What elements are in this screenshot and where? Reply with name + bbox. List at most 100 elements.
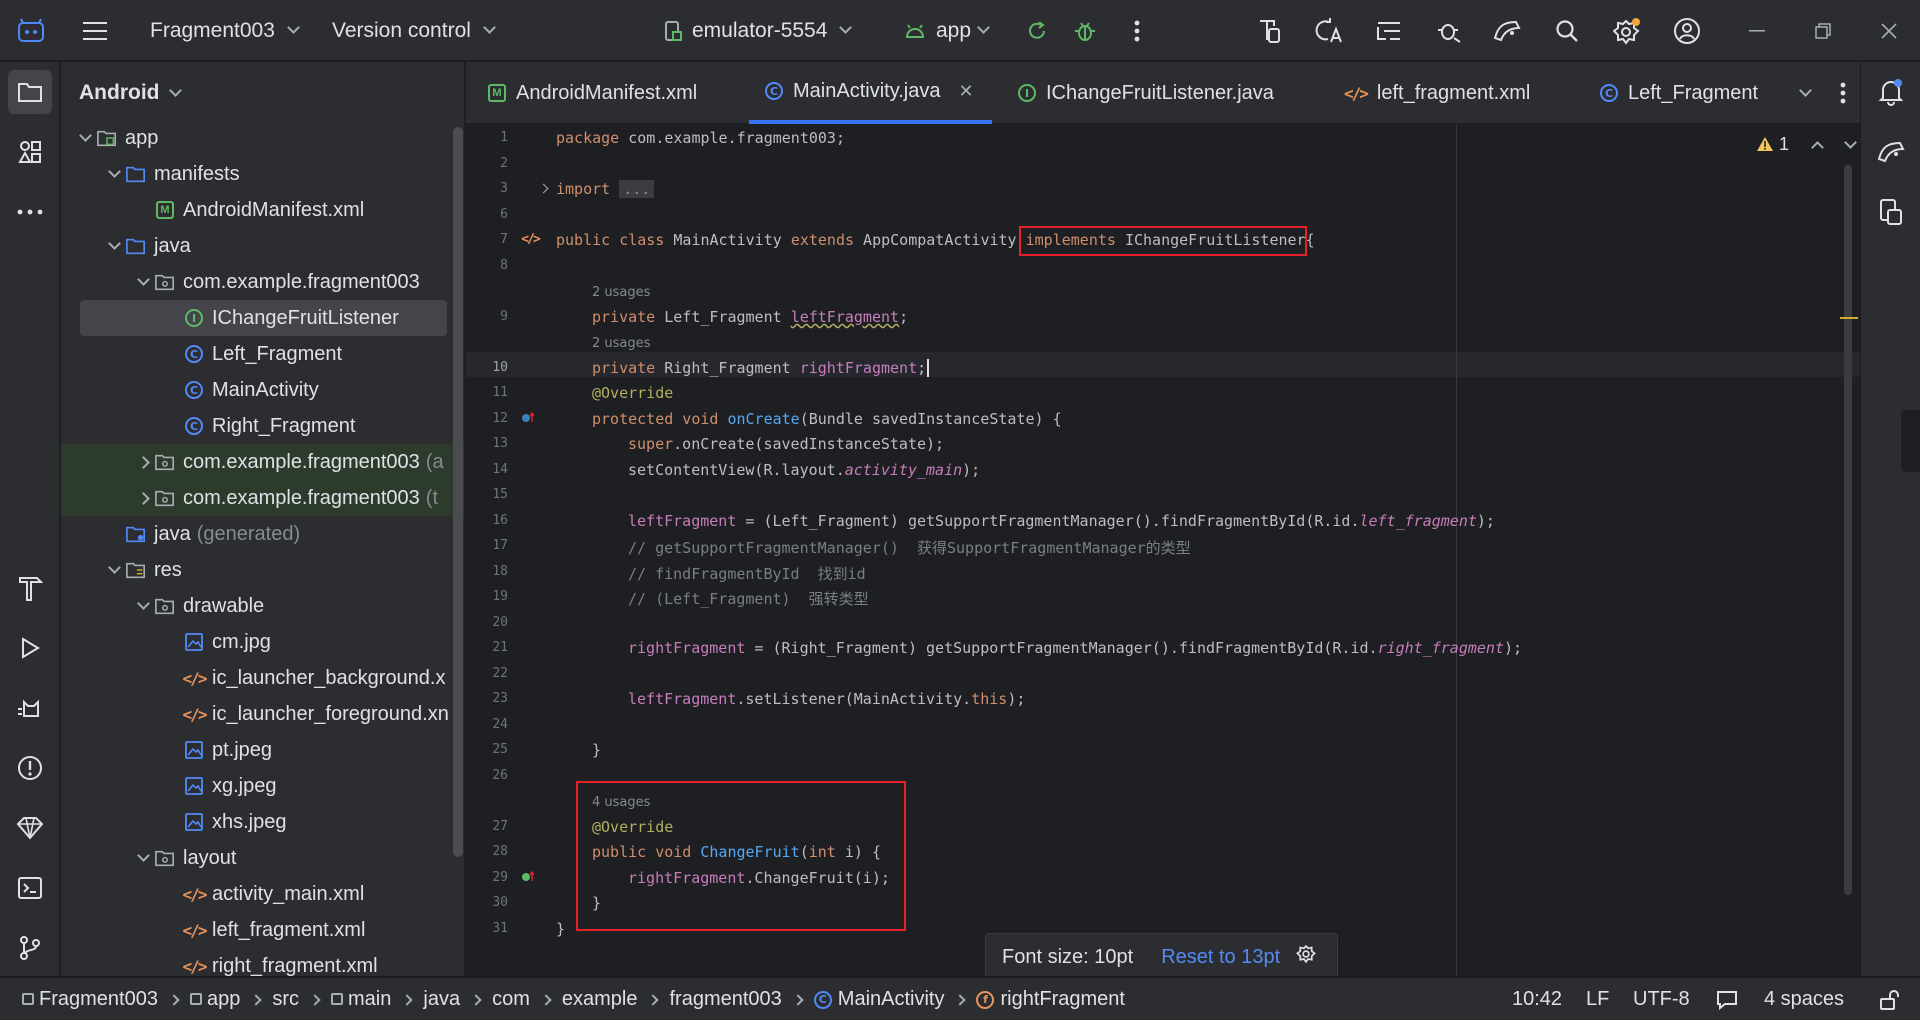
- font-settings-gear-icon[interactable]: [1296, 944, 1317, 970]
- code-editor[interactable]: 1 2 3 6 7 8 9 10 11 12 13 14 15 16 17 18…: [466, 125, 1860, 976]
- usages-hint[interactable]: 2 usages: [592, 336, 650, 351]
- expand-down-icon[interactable]: [136, 849, 150, 862]
- tree-item[interactable]: C MainActivity: [61, 372, 464, 408]
- notifications-bell-icon[interactable]: [1869, 70, 1913, 114]
- folded-imports[interactable]: ...: [619, 180, 655, 198]
- expand-down-icon[interactable]: [136, 597, 150, 610]
- more-actions-icon[interactable]: [1120, 14, 1154, 48]
- run-config-selector[interactable]: app: [904, 0, 990, 61]
- expand-right-icon[interactable]: [136, 491, 150, 505]
- tree-item[interactable]: C Left_Fragment: [61, 336, 464, 372]
- translate-icon[interactable]: [1312, 14, 1346, 48]
- related-xml-icon[interactable]: </>: [518, 229, 542, 249]
- tree-item[interactable]: xhs.jpeg: [61, 804, 464, 840]
- comment-icon[interactable]: [1714, 987, 1740, 1013]
- account-avatar-icon[interactable]: [1670, 14, 1704, 48]
- tree-item[interactable]: cm.jpg: [61, 624, 464, 660]
- reset-font-size-link[interactable]: Reset to 13pt: [1161, 946, 1280, 969]
- caret-position[interactable]: 10:42: [1512, 978, 1562, 1020]
- logcat-icon[interactable]: [8, 686, 52, 730]
- implements-marker-icon[interactable]: [518, 868, 538, 886]
- problems-icon[interactable]: [8, 746, 52, 790]
- project-scrollbar[interactable]: [453, 127, 463, 857]
- tree-item[interactable]: java: [61, 228, 464, 264]
- tree-item[interactable]: </> right_fragment.xml: [61, 948, 464, 977]
- breadcrumb-java[interactable]: java: [423, 988, 460, 1011]
- terminal-icon[interactable]: [8, 866, 52, 910]
- breadcrumb-main[interactable]: main: [331, 988, 391, 1011]
- override-marker-icon[interactable]: [518, 409, 538, 427]
- tab-android-manifest[interactable]: M AndroidManifest.xml: [488, 62, 697, 124]
- project-selector[interactable]: Fragment003: [150, 0, 300, 61]
- tree-item[interactable]: C Right_Fragment: [61, 408, 464, 444]
- indent-setting[interactable]: 4 spaces: [1764, 978, 1844, 1020]
- breadcrumb-src[interactable]: src: [272, 988, 299, 1011]
- search-icon[interactable]: [1550, 14, 1584, 48]
- tree-item[interactable]: </> activity_main.xml: [61, 876, 464, 912]
- tab-left-fragment[interactable]: C Left_Fragment: [1600, 62, 1780, 124]
- gemini-assistant-icon[interactable]: [1869, 130, 1913, 174]
- tree-item[interactable]: manifests: [61, 156, 464, 192]
- app-quality-insights-icon[interactable]: [8, 806, 52, 850]
- warning-stripe-marker[interactable]: [1840, 317, 1858, 319]
- restore-window-icon[interactable]: [1806, 14, 1840, 48]
- expand-down-icon[interactable]: [107, 165, 121, 178]
- tree-item[interactable]: M AndroidManifest.xml: [61, 192, 464, 228]
- device-manager-icon[interactable]: [1252, 14, 1286, 48]
- tree-item[interactable]: </> left_fragment.xml: [61, 912, 464, 948]
- more-tool-windows-icon[interactable]: [8, 190, 52, 234]
- line-separator[interactable]: LF: [1586, 978, 1609, 1020]
- expand-down-icon[interactable]: [107, 237, 121, 250]
- tree-item[interactable]: </> ic_launcher_foreground.xn: [61, 696, 464, 732]
- breadcrumb-mainactivity[interactable]: C MainActivity: [813, 988, 944, 1011]
- previous-highlight-icon[interactable]: [1811, 140, 1824, 154]
- debug-icon[interactable]: [1068, 14, 1102, 48]
- inspection-widget[interactable]: 1: [1756, 129, 1857, 159]
- breadcrumb-rightfragment[interactable]: f rightFragment: [976, 988, 1125, 1011]
- tree-item[interactable]: com.example.fragment003: [61, 264, 464, 300]
- apply-changes-icon[interactable]: [1020, 14, 1054, 48]
- resource-manager-icon[interactable]: [8, 130, 52, 174]
- tree-item[interactable]: I IChangeFruitListener: [80, 300, 447, 336]
- tree-item[interactable]: drawable: [61, 588, 464, 624]
- close-tab-icon[interactable]: ✕: [958, 81, 973, 102]
- attach-debugger-icon[interactable]: [1432, 14, 1466, 48]
- vcs-selector[interactable]: Version control: [332, 0, 496, 61]
- project-view-selector[interactable]: Android: [79, 62, 183, 124]
- tab-list-chevron-icon[interactable]: [1788, 76, 1822, 110]
- tree-item[interactable]: app: [61, 120, 464, 156]
- tab-ichangefruitlistener[interactable]: I IChangeFruitListener.java: [1018, 62, 1274, 124]
- tree-item[interactable]: layout: [61, 840, 464, 876]
- main-menu-icon[interactable]: [78, 14, 112, 48]
- expand-right-icon[interactable]: [136, 455, 150, 469]
- tab-main-activity[interactable]: C MainActivity.java ✕: [749, 62, 992, 124]
- tree-item[interactable]: </> ic_launcher_background.x: [61, 660, 464, 696]
- editor-scrollbar[interactable]: [1844, 165, 1852, 895]
- layout-inspector-icon[interactable]: [1372, 14, 1406, 48]
- tree-item[interactable]: res: [61, 552, 464, 588]
- tree-item[interactable]: xg.jpeg: [61, 768, 464, 804]
- tab-options-icon[interactable]: [1826, 76, 1860, 110]
- breadcrumb-fragment003[interactable]: Fragment003: [22, 988, 158, 1011]
- expand-down-icon[interactable]: [78, 129, 92, 142]
- side-handle[interactable]: [1901, 410, 1920, 472]
- file-encoding[interactable]: UTF-8: [1633, 978, 1690, 1020]
- run-play-icon[interactable]: [8, 626, 52, 670]
- device-selector[interactable]: emulator-5554: [662, 0, 853, 61]
- breadcrumb-example[interactable]: example: [562, 988, 638, 1011]
- unlock-icon[interactable]: [1876, 987, 1902, 1013]
- fold-arrow-icon[interactable]: [536, 181, 550, 195]
- tree-item[interactable]: pt.jpeg: [61, 732, 464, 768]
- running-devices-icon[interactable]: [1869, 190, 1913, 234]
- tree-item[interactable]: com.example.fragment003 (t: [61, 480, 464, 516]
- breadcrumb-com[interactable]: com: [492, 988, 530, 1011]
- settings-gear-icon[interactable]: [1610, 14, 1644, 48]
- project-folder-icon[interactable]: [8, 70, 52, 114]
- usages-hint[interactable]: 2 usages: [592, 285, 650, 300]
- gemini-icon[interactable]: [1490, 14, 1524, 48]
- tree-item[interactable]: com.example.fragment003 (a: [61, 444, 464, 480]
- tab-left-fragment-xml[interactable]: </> left_fragment.xml: [1344, 62, 1530, 124]
- close-window-icon[interactable]: [1872, 14, 1906, 48]
- next-highlight-icon[interactable]: [1844, 135, 1857, 149]
- build-hammer-icon[interactable]: [8, 566, 52, 610]
